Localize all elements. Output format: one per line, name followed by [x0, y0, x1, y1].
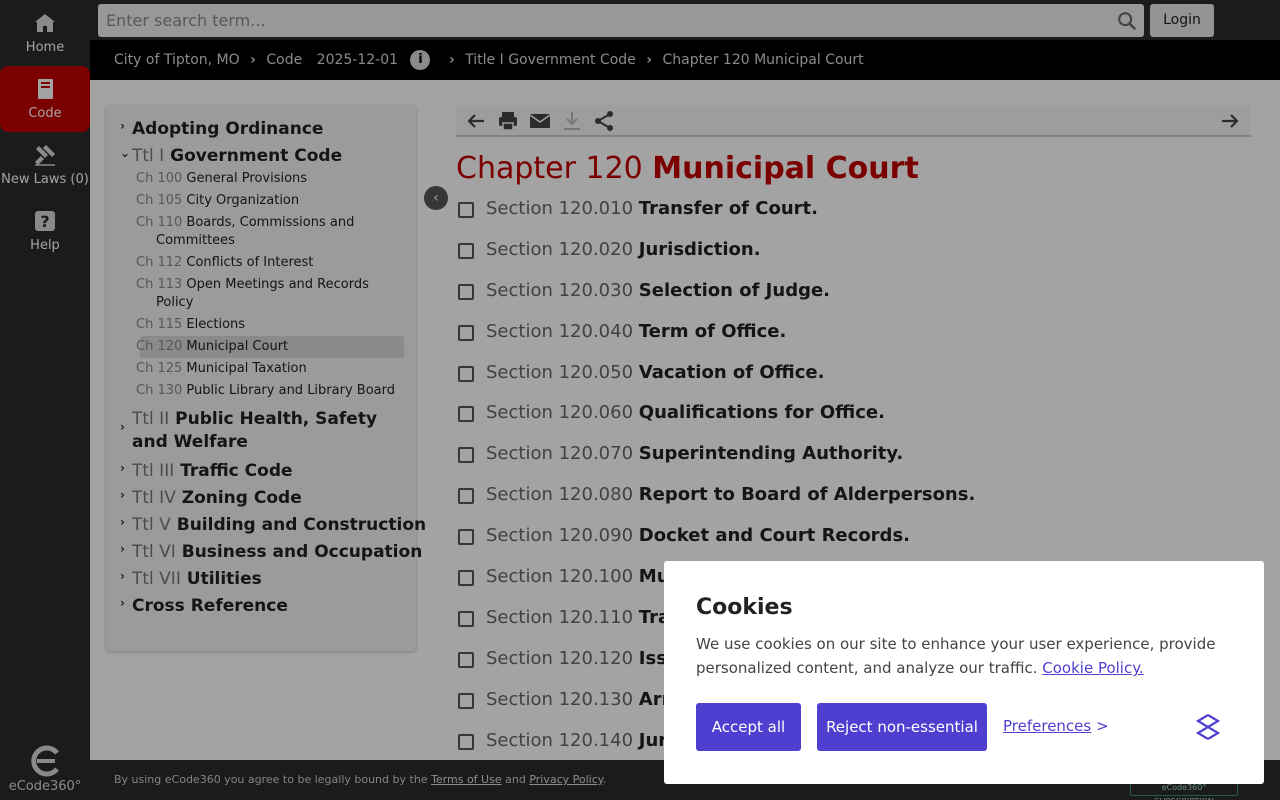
preferences-arrow: >	[1096, 717, 1109, 735]
cookie-dialog: Cookies We use cookies on our site to en…	[664, 561, 1264, 784]
cookie-policy-link[interactable]: Cookie Policy.	[1042, 659, 1143, 677]
cookie-description: We use cookies on our site to enhance yo…	[696, 632, 1226, 680]
preferences-label: Preferences	[1003, 717, 1092, 735]
reject-non-essential-button[interactable]: Reject non-essential	[817, 703, 987, 751]
cookie-title: Cookies	[696, 595, 793, 620]
accept-all-button[interactable]: Accept all	[696, 703, 801, 751]
consent-provider-logo-icon[interactable]	[1194, 713, 1222, 741]
preferences-link[interactable]: Preferences >	[1003, 717, 1109, 735]
